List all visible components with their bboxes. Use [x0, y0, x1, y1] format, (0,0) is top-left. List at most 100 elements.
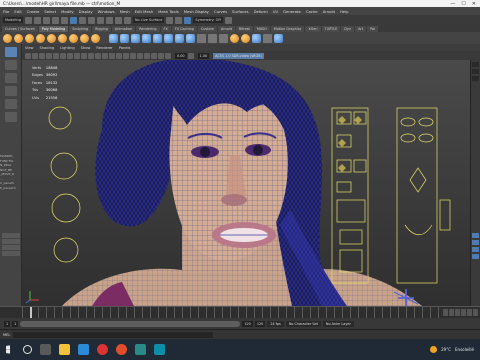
app-icon[interactable] — [135, 344, 146, 355]
range-end-field[interactable]: 120 — [242, 320, 253, 327]
menu-edit-mesh[interactable]: Edit Mesh — [135, 9, 154, 14]
weather-sun-icon[interactable] — [430, 346, 438, 353]
gamma-field[interactable]: 1.00 — [197, 52, 210, 59]
new-scene-icon[interactable] — [24, 16, 32, 24]
menu-display[interactable]: Display — [79, 9, 93, 14]
quad-draw-icon[interactable] — [219, 33, 228, 43]
rotate-tool-icon[interactable] — [4, 99, 17, 109]
menu-windows[interactable]: Windows — [98, 9, 115, 14]
color-space-dropdown[interactable]: ACES 1.0 SDR-video (sRGB) — [213, 52, 264, 59]
lights-icon[interactable] — [123, 52, 129, 59]
lasso-tool-icon[interactable] — [4, 60, 17, 70]
maya-icon[interactable] — [154, 344, 165, 355]
anim-end-field[interactable]: 120 — [254, 320, 266, 327]
antialias-icon[interactable] — [144, 52, 150, 59]
render-settings-icon[interactable] — [184, 16, 192, 24]
poly-cube-icon[interactable] — [14, 33, 23, 43]
weather-label[interactable]: Ensoleillé — [455, 347, 474, 352]
menu-modify[interactable]: Modify — [61, 9, 74, 14]
bridge-icon[interactable] — [175, 33, 184, 43]
bevel-icon[interactable] — [186, 33, 195, 43]
maximize-icon[interactable]: ☐ — [461, 1, 465, 7]
weather-temp[interactable]: 29°C — [441, 347, 451, 352]
layer-display-item[interactable] — [472, 240, 479, 245]
four-view-layout-icon[interactable] — [2, 239, 20, 244]
super-shape-icon[interactable] — [91, 33, 100, 43]
unfold-icon[interactable] — [274, 33, 283, 43]
anim-start-field[interactable]: 1 — [4, 320, 11, 327]
step-back-icon[interactable] — [449, 309, 454, 316]
layer-display-item[interactable] — [472, 233, 479, 238]
sculpt-icon[interactable] — [230, 33, 239, 43]
windows-start-icon[interactable] — [6, 345, 11, 354]
exposure-field[interactable]: 0.00 — [175, 52, 187, 59]
render-icon[interactable] — [166, 16, 174, 24]
save-scene-icon[interactable] — [42, 16, 50, 24]
undo-icon[interactable] — [51, 16, 59, 24]
opera-browser-icon[interactable] — [97, 344, 108, 355]
channel-field[interactable] — [472, 69, 479, 74]
task-view-icon[interactable] — [40, 344, 51, 355]
poly-cone-icon[interactable] — [36, 33, 45, 43]
persp-graph-layout-icon[interactable] — [2, 251, 20, 256]
go-to-start-icon[interactable] — [443, 309, 448, 316]
menu-help[interactable]: Help — [340, 9, 349, 14]
shadows-icon[interactable] — [130, 52, 136, 59]
film-gate-icon[interactable] — [60, 52, 66, 59]
move-tool-icon[interactable] — [4, 86, 17, 96]
character-set-dropdown[interactable]: No Character Set — [285, 320, 321, 327]
redo-icon[interactable] — [60, 16, 68, 24]
camera-attributes-icon[interactable] — [32, 52, 38, 59]
bookmark-icon[interactable] — [39, 52, 45, 59]
menu-select[interactable]: Select — [44, 9, 56, 14]
menu-curves[interactable]: Curves — [214, 9, 227, 14]
minimize-icon[interactable]: — — [450, 1, 455, 7]
time-slider[interactable] — [0, 306, 480, 319]
panel-menu-panels[interactable]: Panels — [119, 46, 131, 50]
file-explorer-icon[interactable] — [59, 344, 70, 355]
snap-view-icon[interactable] — [123, 16, 131, 24]
layer-display-item[interactable] — [472, 247, 479, 252]
menu-mesh-tools[interactable]: Mesh Tools — [158, 9, 179, 14]
command-input[interactable] — [13, 331, 214, 338]
ambient-occlusion-icon[interactable] — [137, 52, 143, 59]
poly-torus-icon[interactable] — [47, 33, 56, 43]
gamma-icon[interactable] — [187, 52, 194, 59]
layer-display-item[interactable] — [472, 254, 479, 259]
single-view-layout-icon[interactable] — [2, 233, 20, 238]
panel-menu-renderer[interactable]: Renderer — [96, 46, 112, 50]
mirror-icon[interactable] — [153, 33, 162, 43]
menu-arnold[interactable]: Arnold — [323, 9, 335, 14]
extrude-icon[interactable] — [164, 33, 173, 43]
edge-browser-icon[interactable] — [78, 344, 89, 355]
menu-create[interactable]: Create — [27, 9, 40, 14]
close-icon[interactable]: ✕ — [472, 1, 476, 7]
smooth-icon[interactable] — [131, 33, 140, 43]
panel-menu-show[interactable]: Show — [81, 46, 91, 50]
select-component-icon[interactable] — [87, 16, 95, 24]
persp-viewport[interactable]: Verts 18848 Edges 36092 Faces 18132 Tris 360… — [22, 60, 470, 306]
workspace-dropdown[interactable]: Modeling — [3, 17, 23, 23]
isolate-select-icon[interactable] — [151, 52, 157, 59]
menu-generate[interactable]: Generate — [283, 9, 301, 14]
field-chart-icon[interactable] — [81, 52, 87, 59]
boolean-icon[interactable] — [142, 33, 151, 43]
range-start-field[interactable]: 1 — [12, 320, 19, 327]
fps-dropdown[interactable]: 24 fps — [267, 320, 284, 327]
paint-select-tool-icon[interactable] — [4, 73, 17, 83]
panel-menu-view[interactable]: View — [25, 46, 34, 50]
menu-uv[interactable]: UV — [273, 9, 278, 14]
select-camera-icon[interactable] — [25, 52, 31, 59]
scale-tool-icon[interactable] — [4, 112, 17, 122]
channel-field[interactable] — [472, 62, 479, 67]
snap-point-icon[interactable] — [114, 16, 122, 24]
play-forward-icon[interactable] — [461, 309, 466, 316]
menu-cache[interactable]: Cache — [306, 9, 318, 14]
menu-mesh[interactable]: Mesh — [120, 9, 130, 14]
select-tool-icon[interactable] — [4, 47, 17, 57]
platonic-solid-icon[interactable] — [80, 33, 89, 43]
poly-disc-icon[interactable] — [69, 33, 78, 43]
menu-edit[interactable]: Edit — [14, 9, 21, 14]
search-icon[interactable] — [23, 345, 32, 354]
xray-icon[interactable] — [158, 52, 164, 59]
